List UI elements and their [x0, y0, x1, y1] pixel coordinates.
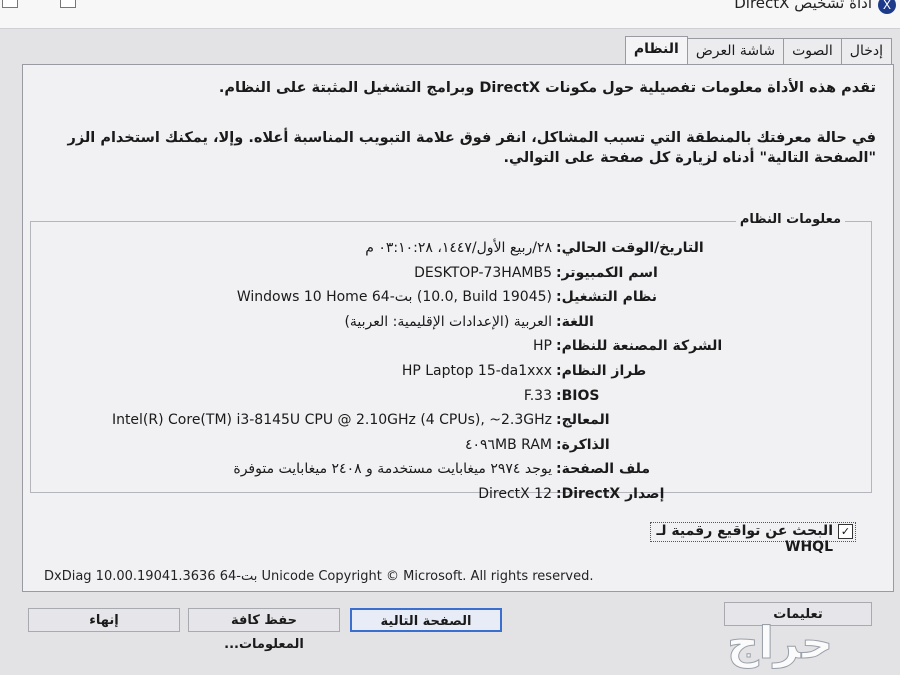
- system-info-row: نظام التشغيل: Windows 10 Home 64-بت (10.0…: [0, 289, 900, 311]
- system-info-value: يوجد ٢٩٧٤ ميغابايت مستخدمة و ٢٤٠٨ ميغابا…: [233, 461, 552, 478]
- system-info-value: Windows 10 Home 64-بت (10.0, Build 19045…: [236, 289, 552, 306]
- watermark-text: حراج: [727, 618, 833, 669]
- system-info-value: F.33: [523, 387, 552, 404]
- system-info-value: HP: [533, 338, 552, 355]
- system-info-label: اللغة:: [556, 313, 594, 330]
- system-info-label: BIOS:: [556, 387, 600, 404]
- directx-app-icon: X: [878, 0, 896, 14]
- next-page-button[interactable]: الصفحة التالية: [350, 608, 502, 632]
- exit-button[interactable]: إنهاء: [28, 608, 180, 632]
- system-info-value: ٢٨/ربيع الأول/١٤٤٧، ٠٣:١٠:٢٨ م: [365, 240, 552, 256]
- system-info-label: طراز النظام:: [556, 363, 647, 379]
- system-info-value: HP Laptop 15-da1xxx: [401, 363, 552, 379]
- system-info-row: الشركة المصنعة للنظام: HP: [0, 338, 900, 360]
- whql-checkbox-label: البحث عن تواقيع رقمية لـ WHQL: [656, 523, 833, 555]
- system-info-label: نظام التشغيل:: [556, 289, 658, 306]
- system-info-group-title: معلومات النظام: [735, 212, 845, 227]
- system-info-row: المعالج: Intel(R) Core(TM) i3-8145U CPU @…: [0, 412, 900, 434]
- system-info-row: الذاكرة: ٤٠٩٦MB RAM: [0, 437, 900, 459]
- intro-text-1: تقدم هذه الأداة معلومات تفصيلية حول مكون…: [218, 80, 876, 96]
- system-info-label: الشركة المصنعة للنظام:: [556, 338, 723, 355]
- system-info-value: Intel(R) Core(TM) i3-8145U CPU @ 2.10GHz…: [111, 412, 552, 429]
- tab-input[interactable]: إدخال: [840, 38, 892, 64]
- system-info-label: التاريخ/الوقت الحالي:: [556, 240, 704, 256]
- title-bar: أداة تشخيص DirectX X: [0, 0, 900, 29]
- system-info-value: DESKTOP-73HAMB5: [414, 264, 552, 281]
- haraj-watermark-logo: حراج: [727, 618, 834, 670]
- system-info-label: إصدار DirectX:: [556, 486, 665, 502]
- checkbox-check-icon[interactable]: ✓: [838, 524, 853, 539]
- system-info-value: العربية (الإعدادات الإقليمية: العربية): [344, 313, 552, 330]
- system-info-row: طراز النظام: HP Laptop 15-da1xxx: [0, 363, 900, 385]
- system-info-label: اسم الكمبيوتر:: [556, 264, 658, 281]
- system-info-row: BIOS: F.33: [0, 388, 900, 410]
- system-info-row: اللغة: العربية (الإعدادات الإقليمية: العر…: [0, 314, 900, 336]
- tab-display[interactable]: شاشة العرض: [686, 38, 785, 64]
- tab-bar: النظام شاشة العرض الصوت إدخال: [624, 36, 892, 69]
- window-title: أداة تشخيص DirectX: [734, 0, 872, 12]
- system-info-row: ملف الصفحة: يوجد ٢٩٧٤ ميغابايت مستخدمة و …: [0, 461, 900, 483]
- whql-checkbox[interactable]: ✓ البحث عن تواقيع رقمية لـ WHQL: [650, 522, 856, 555]
- intro-text-2: في حالة معرفتك بالمنطقة التي تسبب المشاك…: [67, 130, 876, 166]
- system-info-label: الذاكرة:: [556, 436, 610, 453]
- minimize-button[interactable]: [2, 0, 18, 8]
- system-info-row: إصدار DirectX: DirectX 12: [0, 486, 900, 508]
- system-info-value: DirectX 12: [478, 486, 552, 502]
- system-info-row: اسم الكمبيوتر: DESKTOP-73HAMB5: [0, 265, 900, 287]
- tab-sound[interactable]: الصوت: [783, 38, 842, 64]
- maximize-button[interactable]: [60, 0, 76, 8]
- system-info-label: المعالج:: [556, 412, 610, 429]
- save-all-info-button[interactable]: حفظ كافة المعلومات...: [188, 608, 340, 652]
- copyright-text: DxDiag 10.00.19041.3636 64-بت Unicode Co…: [44, 569, 594, 584]
- system-info-value: ٤٠٩٦MB RAM: [464, 436, 552, 453]
- system-info-row: التاريخ/الوقت الحالي: ٢٨/ربيع الأول/١٤٤٧،…: [0, 240, 900, 262]
- system-info-label: ملف الصفحة:: [556, 461, 651, 478]
